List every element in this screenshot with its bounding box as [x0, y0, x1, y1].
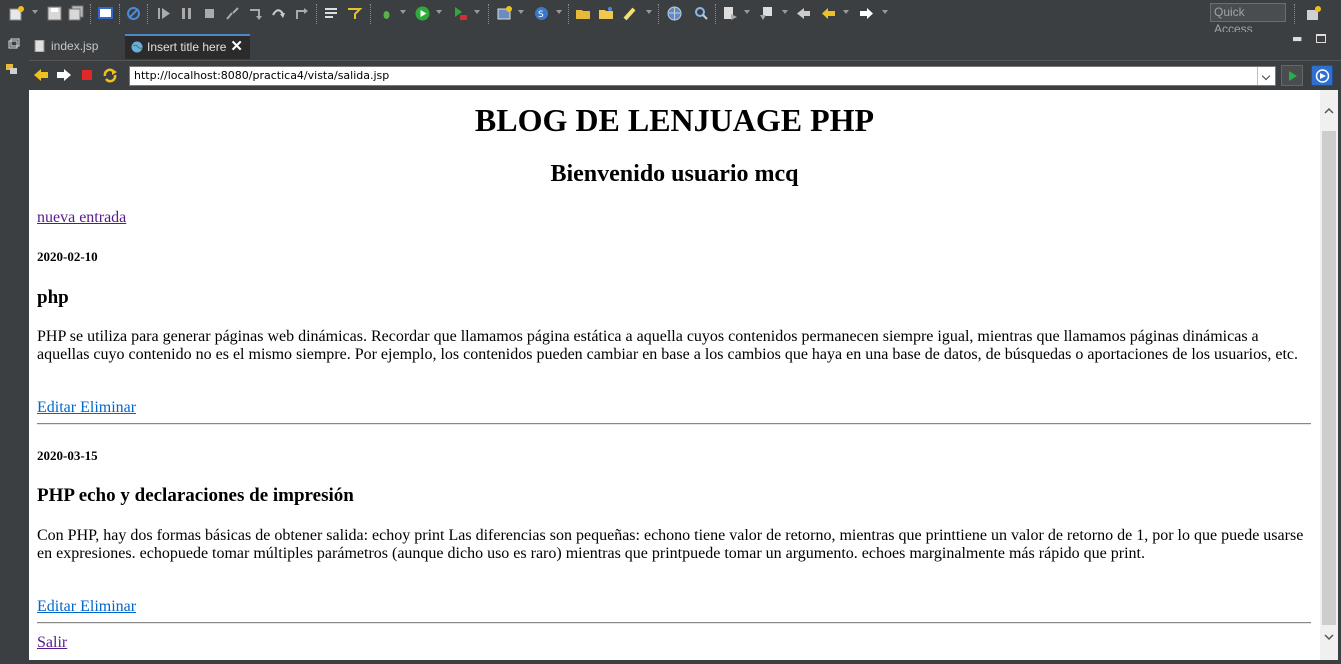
open-type-icon[interactable] — [598, 5, 615, 22]
step-over-icon[interactable] — [270, 5, 287, 22]
new-entry-link[interactable]: nueva entrada — [37, 208, 126, 228]
toolbar-separator — [658, 4, 659, 24]
post-body: PHP se utiliza para generar páginas web … — [37, 328, 1298, 363]
search-icon[interactable] — [693, 5, 710, 22]
toolbar-separator — [119, 4, 120, 24]
annotation-dropdown-icon[interactable] — [744, 10, 750, 14]
restore-icon[interactable] — [6, 38, 20, 52]
vertical-scrollbar[interactable] — [1320, 90, 1338, 660]
editor-tab-bar: index.jsp Insert title here ✕ ▬ — [26, 32, 1341, 59]
url-text: http://localhost:8080/practica4/vista/sa… — [134, 69, 390, 82]
run-external-dropdown-icon[interactable] — [474, 10, 480, 14]
toolbar-separator — [488, 4, 489, 24]
run-dropdown-icon[interactable] — [436, 10, 442, 14]
browser-nav-bar: http://localhost:8080/practica4/vista/sa… — [29, 60, 1341, 89]
minimize-icon[interactable]: ▬ — [1292, 32, 1302, 45]
post-title: PHP echo y declaraciones de impresión — [37, 485, 354, 506]
svg-text:S: S — [538, 10, 544, 20]
close-icon[interactable]: ✕ — [230, 36, 243, 58]
post-title: php — [37, 287, 69, 308]
stop-icon[interactable] — [79, 67, 95, 83]
post-body: Con PHP, hay dos formas básicas de obten… — [37, 527, 1304, 562]
toolbar-separator — [147, 4, 148, 24]
window-bottom-edge — [26, 660, 1341, 664]
forward-dropdown-icon[interactable] — [882, 10, 888, 14]
step-into-icon[interactable] — [247, 5, 264, 22]
deploy-dropdown-icon[interactable] — [556, 10, 562, 14]
toolbar-separator — [1294, 4, 1295, 24]
go-button[interactable] — [1281, 65, 1303, 86]
forward-icon[interactable] — [858, 5, 875, 22]
back-dropdown-icon[interactable] — [843, 10, 849, 14]
run-external-icon[interactable] — [452, 5, 469, 22]
package-explorer-icon[interactable] — [5, 62, 19, 76]
forward-icon[interactable] — [56, 67, 72, 83]
chevron-down-icon[interactable] — [1257, 67, 1275, 85]
edit-delete-links[interactable]: Editar Eliminar — [37, 597, 136, 617]
deploy-icon[interactable]: S — [533, 5, 550, 22]
new-icon[interactable] — [8, 5, 25, 22]
next-annotation-icon[interactable] — [758, 5, 775, 22]
toggle-mark-icon[interactable] — [323, 5, 340, 22]
new-server-dropdown-icon[interactable] — [518, 10, 524, 14]
print-icon[interactable] — [97, 5, 114, 22]
post-divider — [37, 423, 1311, 425]
tab-label: index.jsp — [51, 39, 99, 53]
toolbar-separator — [316, 4, 317, 24]
use-step-filters-icon[interactable] — [346, 5, 363, 22]
post-date: 2020-02-10 — [37, 249, 98, 264]
save-all-icon[interactable] — [68, 5, 85, 22]
chevron-down-icon[interactable] — [1324, 632, 1334, 642]
step-return-icon[interactable] — [293, 5, 310, 22]
scrollbar-thumb[interactable] — [1322, 131, 1336, 625]
brush-icon[interactable] — [622, 5, 639, 22]
save-icon[interactable] — [46, 5, 63, 22]
maximize-icon[interactable] — [1316, 34, 1326, 43]
next-annotation-dropdown-icon[interactable] — [782, 10, 788, 14]
terminate-icon[interactable] — [201, 5, 218, 22]
tab-label: Insert title here — [147, 40, 227, 54]
brush-dropdown-icon[interactable] — [646, 10, 652, 14]
toolbar-separator — [370, 4, 371, 24]
post-date: 2020-03-15 — [37, 448, 98, 463]
toolbar-separator — [715, 4, 716, 24]
post-divider — [37, 622, 1311, 624]
welcome-heading: Bienvenido usuario mcq — [550, 161, 799, 187]
suspend-icon[interactable] — [178, 5, 195, 22]
toolbar-separator — [90, 4, 91, 24]
refresh-icon[interactable] — [102, 67, 118, 83]
tab-insert-title-here[interactable]: Insert title here ✕ — [125, 34, 250, 59]
globe-icon — [131, 41, 143, 53]
run-icon[interactable] — [414, 5, 431, 22]
new-server-icon[interactable] — [496, 5, 513, 22]
open-folder-icon[interactable] — [575, 5, 592, 22]
tab-index-jsp[interactable]: index.jsp — [26, 34, 126, 59]
logout-link[interactable]: Salir — [37, 633, 67, 653]
toolbar-separator — [568, 4, 569, 24]
new-dropdown-icon[interactable] — [32, 10, 38, 14]
edit-delete-links[interactable]: Editar Eliminar — [37, 398, 136, 418]
web-page-content: BLOG DE LENJUAGE PHP Bienvenido usuario … — [29, 90, 1320, 660]
last-edit-icon[interactable] — [795, 5, 812, 22]
resume-icon[interactable] — [155, 5, 172, 22]
debug-icon[interactable] — [378, 5, 395, 22]
debug-dropdown-icon[interactable] — [400, 10, 406, 14]
perspective-icon[interactable] — [1305, 5, 1322, 22]
left-trim-bar — [0, 30, 26, 664]
quick-access-field[interactable]: Quick Access — [1210, 3, 1286, 36]
globe-icon[interactable] — [666, 5, 683, 22]
page-title: BLOG DE LENJUAGE PHP — [474, 102, 875, 138]
annotation-icon[interactable] — [722, 5, 739, 22]
main-toolbar: S Quick Access — [0, 0, 1341, 36]
back-icon[interactable] — [820, 5, 837, 22]
chevron-up-icon[interactable] — [1324, 106, 1334, 116]
back-icon[interactable] — [33, 67, 49, 83]
url-field[interactable]: http://localhost:8080/practica4/vista/sa… — [129, 66, 1276, 86]
open-external-browser-icon[interactable] — [1311, 65, 1333, 86]
jsp-file-icon — [34, 40, 45, 52]
disconnect-icon[interactable] — [224, 5, 241, 22]
skip-breakpoints-icon[interactable] — [125, 5, 142, 22]
